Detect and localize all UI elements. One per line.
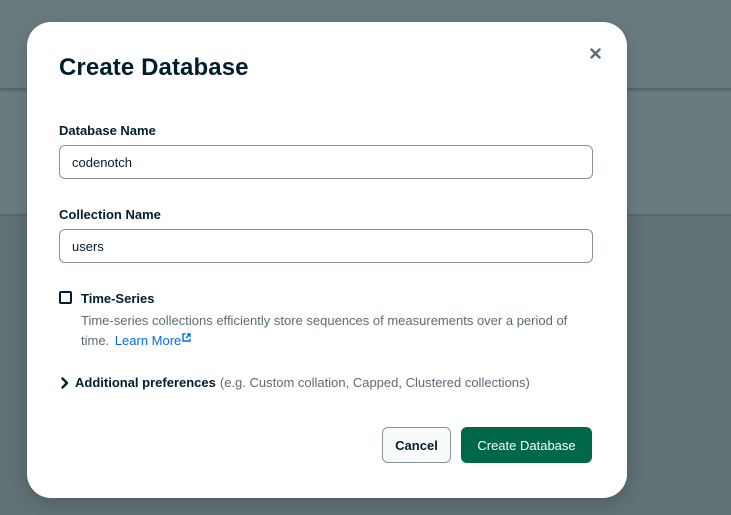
close-button[interactable] (586, 44, 604, 62)
time-series-description: Time-series collections efficiently stor… (81, 311, 593, 351)
additional-preferences-label: Additional preferences (75, 375, 216, 390)
additional-preferences-hint: (e.g. Custom collation, Capped, Clustere… (219, 375, 530, 390)
additional-preferences-toggle[interactable]: Additional preferences (e.g. Custom coll… (61, 375, 530, 390)
close-icon (589, 47, 601, 59)
collection-name-input[interactable] (59, 229, 593, 263)
time-series-checkbox[interactable] (59, 291, 72, 304)
database-name-input[interactable] (59, 145, 593, 179)
create-database-button[interactable]: Create Database (461, 427, 592, 463)
time-series-label[interactable]: Time-Series (81, 291, 154, 306)
database-name-label: Database Name (59, 123, 156, 138)
dialog-title: Create Database (59, 54, 249, 81)
cancel-button[interactable]: Cancel (382, 427, 451, 463)
learn-more-label: Learn More (114, 333, 182, 348)
chevron-right-icon (61, 376, 69, 389)
learn-more-link[interactable]: Learn More (115, 333, 191, 348)
create-database-dialog: Create Database Database Name Collection… (27, 22, 627, 498)
collection-name-label: Collection Name (59, 207, 161, 222)
external-link-icon (182, 333, 191, 342)
